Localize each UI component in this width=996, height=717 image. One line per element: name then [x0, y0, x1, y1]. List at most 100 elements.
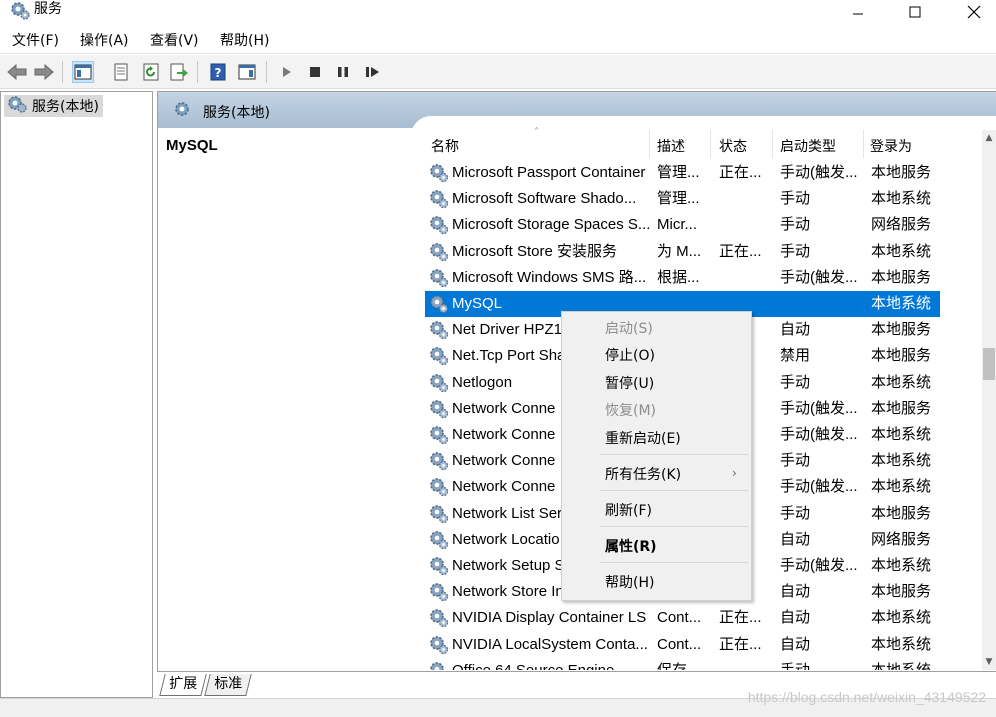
service-gear-icon	[429, 451, 449, 471]
service-log-on-as: 本地服务	[871, 504, 932, 522]
context-menu-item[interactable]: 暂停(U)	[562, 371, 751, 397]
close-icon	[967, 5, 981, 19]
scrollbar-thumb[interactable]	[983, 348, 995, 380]
service-name: Microsoft Passport Container	[452, 164, 646, 181]
context-menu-item[interactable]: 帮助(H)	[562, 570, 751, 596]
service-status: 正在...	[719, 242, 762, 260]
table-row[interactable]: Office 64 Source Engine 保存... 手动本地系统	[425, 658, 940, 670]
service-startup-type: 手动	[780, 242, 811, 260]
context-menu-item[interactable]: 停止(O)	[562, 343, 751, 369]
tab-extended[interactable]: 扩展	[159, 674, 207, 696]
header-curve	[411, 116, 996, 136]
scroll-down-icon[interactable]: ▼	[982, 654, 996, 670]
table-row[interactable]: Microsoft Windows SMS 路... 根据... 手动(触发... 本…	[425, 265, 940, 291]
title-bar: 服务	[0, 0, 996, 28]
service-startup-type: 手动	[780, 190, 811, 208]
context-menu-label: 暂停(U)	[605, 376, 655, 392]
service-startup-type: 禁用	[780, 347, 811, 365]
table-row[interactable]: Microsoft Software Shado... 管理... 手动 本地系统	[425, 186, 940, 212]
refresh-icon	[143, 63, 159, 81]
context-menu-item[interactable]: 属性(R)	[562, 534, 751, 560]
back-button[interactable]	[6, 61, 28, 83]
column-separator	[649, 130, 650, 158]
service-gear-icon	[429, 425, 449, 445]
watermark: https://blog.csdn.net/weixin_43149522	[747, 689, 986, 705]
menu-view[interactable]: 查看(V)	[150, 32, 199, 50]
context-menu-label: 帮助(H)	[605, 575, 655, 591]
document-icon	[114, 63, 128, 81]
show-hide-console-tree-button[interactable]	[72, 61, 94, 83]
column-header-startup-type[interactable]: 启动类型	[780, 136, 836, 156]
column-separator	[710, 130, 711, 158]
help-button[interactable]: ?	[207, 61, 229, 83]
menu-action[interactable]: 操作(A)	[80, 32, 129, 50]
service-gear-icon	[429, 504, 449, 524]
menu-bar: 文件(F) 操作(A) 查看(V) 帮助(H)	[0, 28, 996, 54]
column-header-name[interactable]: 名称	[431, 136, 459, 156]
service-log-on-as: 本地系统	[871, 190, 932, 208]
tree-node-services-local[interactable]: 服务(本地)	[4, 95, 103, 117]
context-menu-item: 启动(S)	[562, 316, 751, 342]
service-name: NVIDIA Display Container LS	[452, 609, 647, 627]
service-log-on-as: 本地服务	[871, 583, 932, 601]
service-gear-icon	[429, 163, 449, 183]
table-row[interactable]: Microsoft Storage Spaces S... Micr... 手动 网络…	[425, 212, 940, 238]
service-log-on-as: 本地系统	[871, 426, 932, 443]
pause-icon	[338, 67, 348, 77]
table-row[interactable]: NVIDIA Display Container LS Cont... 正在... 自…	[425, 605, 940, 631]
show-action-pane-button[interactable]	[236, 61, 258, 83]
tab-standard[interactable]: 标准	[204, 674, 252, 696]
service-log-on-as: 本地服务	[871, 164, 932, 181]
service-gear-icon	[429, 320, 449, 340]
service-gear-icon	[429, 215, 449, 235]
service-log-on-as: 本地系统	[871, 478, 932, 496]
stop-service-button[interactable]	[304, 61, 326, 83]
service-description: 保存...	[657, 661, 715, 670]
service-gear-icon	[429, 189, 449, 209]
column-header-status[interactable]: 状态	[719, 136, 747, 156]
column-header-log-on-as[interactable]: 登录为	[870, 136, 912, 156]
menu-help[interactable]: 帮助(H)	[220, 32, 269, 50]
context-menu-item[interactable]: 刷新(F)	[562, 498, 751, 524]
services-window: 服务 文件(F) 操作(A) 查看(V) 帮助(H) ? 服务(本地) 服务(本…	[0, 0, 996, 717]
export-list-button[interactable]	[168, 61, 190, 83]
service-startup-type: 自动	[780, 321, 811, 339]
scroll-up-icon[interactable]: ▲	[982, 130, 996, 146]
pause-service-button[interactable]	[332, 61, 354, 83]
context-menu-label: 属性(R)	[605, 539, 657, 555]
restart-service-button[interactable]	[362, 61, 384, 83]
svg-text:?: ?	[215, 66, 222, 80]
help-book-icon: ?	[210, 63, 226, 81]
minimize-button[interactable]	[835, 0, 881, 24]
tree-node-label: 服务(本地)	[32, 99, 99, 115]
service-startup-type: 手动(触发...	[780, 478, 858, 496]
service-startup-type: 手动(触发...	[780, 399, 858, 417]
context-menu-separator	[600, 562, 748, 563]
context-menu-separator	[600, 454, 748, 455]
refresh-button[interactable]	[140, 61, 162, 83]
close-button[interactable]	[951, 0, 996, 24]
context-menu-item[interactable]: 重新启动(E)	[562, 426, 751, 452]
service-log-on-as: 网络服务	[871, 530, 932, 548]
column-header-description[interactable]: 描述	[657, 136, 685, 156]
maximize-button[interactable]	[892, 0, 938, 24]
forward-button[interactable]	[33, 61, 55, 83]
service-description: 根据...	[657, 268, 700, 286]
column-separator	[863, 130, 864, 158]
vertical-scrollbar[interactable]: ▲ ▼	[982, 130, 996, 670]
service-description: 管理...	[657, 190, 700, 208]
menu-file[interactable]: 文件(F)	[12, 32, 59, 50]
back-arrow-icon	[7, 63, 27, 81]
service-log-on-as: 本地系统	[871, 242, 932, 260]
context-menu-label: 启动(S)	[605, 321, 653, 337]
start-service-button[interactable]	[276, 61, 298, 83]
service-log-on-as: 本地服务	[871, 268, 932, 286]
service-startup-type: 手动	[780, 661, 866, 670]
table-row[interactable]: NVIDIA LocalSystem Conta... Cont... 正在... 自…	[425, 632, 940, 658]
table-row[interactable]: Microsoft Store 安装服务 为 M... 正在... 手动 本地系统	[425, 239, 940, 265]
service-log-on-as: 本地服务	[871, 321, 932, 339]
table-row[interactable]: Microsoft Passport Container 管理... 正在... 手动…	[425, 160, 940, 186]
context-menu-item[interactable]: 所有任务(K) ›	[562, 462, 751, 488]
selected-service-name: MySQL	[166, 137, 218, 154]
properties-sheet-button[interactable]	[110, 61, 132, 83]
